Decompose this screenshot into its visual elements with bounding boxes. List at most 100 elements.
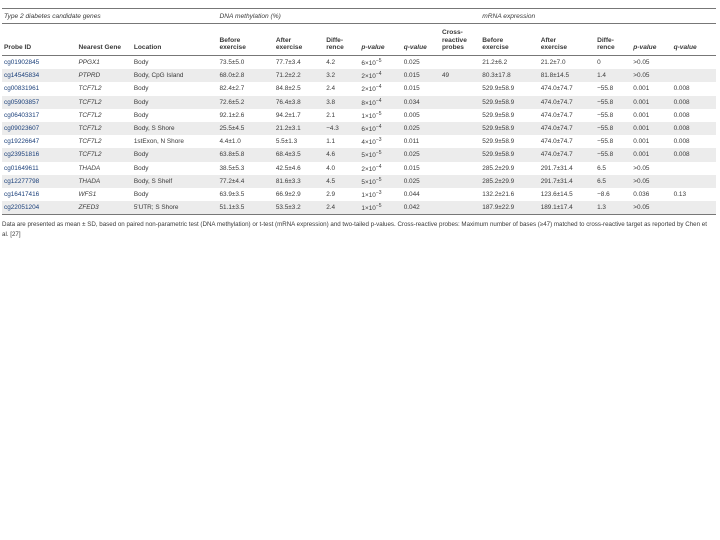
dna-difference-cell: 4.0 [326, 164, 336, 172]
mrna-after-cell: 81.8±14.5 [538, 69, 596, 83]
location-cell: Body [131, 148, 218, 162]
cross-reactive-cell [440, 135, 480, 148]
mrna-after-cell: 474.0±74.7 [540, 85, 573, 93]
mrna-before-cell: 529.9±58.9 [480, 95, 539, 109]
dna-q-value-cell: 0.042 [401, 201, 440, 216]
probe-id-cell: cg22051204 [2, 201, 77, 216]
dna-before-cell: 82.4±2.7 [219, 85, 245, 93]
mrna-p-value-cell: >0.05 [631, 201, 672, 216]
dna-before-cell: 68.0±2.8 [217, 69, 274, 83]
dna-after-cell: 53.5±3.2 [273, 201, 325, 216]
mrna-before-cell: 80.3±17.8 [480, 69, 539, 83]
cross-reactive-cell [440, 109, 480, 122]
mrna-after-cell: 21.2±7.0 [540, 59, 566, 67]
dna-q-value-cell: 0.025 [401, 148, 440, 162]
dna-p-value-cell: 2×10−4 [359, 82, 401, 95]
dna-difference-cell: 2.9 [326, 190, 336, 198]
mrna-after-cell: 291.7±31.4 [540, 164, 573, 172]
dna-q-value-cell: 0.025 [403, 59, 420, 67]
mrna-q-value-cell: 0.008 [671, 121, 716, 136]
probe-id-cell: cg05903857 [2, 95, 77, 109]
location-cell: Body [133, 190, 149, 198]
dna-after-cell: 77.7±3.4 [275, 59, 301, 67]
group-header-genes: Type 2 diabetes candidate genes [2, 8, 218, 24]
dna-p-value-cell: 6×10−4 [359, 121, 402, 136]
dna-q-value-cell: 0.025 [401, 121, 440, 136]
location-cell: Body [133, 164, 149, 172]
dna-p-value-cell: 1×10−5 [359, 109, 401, 122]
dna-q-value-cell: 0.034 [401, 95, 440, 109]
mrna-q-value-cell [671, 69, 716, 83]
mrna-q-value-cell: 0.008 [673, 138, 690, 146]
document-table-container: Type 2 diabetes candidate genes DNA meth… [2, 8, 716, 240]
probe-id-cell: cg06403317 [4, 111, 40, 119]
nearest-gene-cell: TCF7L2 [76, 148, 132, 162]
nearest-gene-cell: TCF7L2 [76, 121, 132, 136]
dna-before-cell: 92.1±2.6 [219, 111, 245, 119]
mrna-after-cell: 123.6±14.5 [540, 190, 573, 198]
mrna-difference-cell: −55.8 [595, 95, 632, 109]
location-cell: 5'UTR; S Shore [131, 201, 218, 216]
dna-after-cell: 71.2±2.2 [273, 69, 325, 83]
mrna-before-cell: 529.9±58.9 [482, 138, 515, 146]
probe-id-cell: cg01649611 [4, 164, 39, 172]
dna-before-cell: 51.1±3.5 [217, 201, 274, 216]
table-row: cg09023607 TCF7L2 Body, S Shore 25.5±4.5 21.… [2, 121, 716, 136]
nearest-gene-cell: PTPRD [76, 69, 132, 83]
dna-difference-cell: 2.4 [324, 201, 360, 216]
group-header-row: Type 2 diabetes candidate genes DNA meth… [2, 8, 716, 24]
nearest-gene-cell: WFS1 [78, 190, 97, 198]
p-value-base: 8×10 [361, 99, 376, 107]
col-header-mrna-p-value: p-value [631, 23, 672, 56]
dna-q-value-cell: 0.005 [403, 111, 420, 119]
dna-before-cell: 77.2±4.4 [217, 174, 274, 188]
probe-id-cell: cg00831961 [4, 85, 40, 93]
col-header-cross-reactive: Cross-reactive probes [439, 23, 481, 56]
probe-id-cell: cg16417416 [4, 190, 40, 198]
mrna-before-cell: 132.2±21.6 [482, 190, 515, 198]
p-value-base: 2×10 [361, 86, 376, 94]
nearest-gene-cell: TCF7L2 [78, 111, 102, 119]
probe-id-cell: cg09023607 [2, 121, 77, 136]
p-value-base: 6×10 [361, 60, 376, 68]
p-value-base: 1×10 [361, 112, 376, 120]
probe-id-cell: cg12277798 [2, 174, 77, 188]
mrna-difference-cell: 6.5 [595, 174, 632, 188]
dna-q-value-cell: 0.015 [403, 164, 420, 172]
dna-p-value-cell: 5×10−5 [359, 174, 402, 188]
table-row: cg12277798 THADA Body, S Shelf 77.2±4.4 81.6… [2, 174, 716, 188]
mrna-q-value-cell [671, 174, 716, 188]
probe-id-cell: cg01902845 [4, 59, 40, 67]
table-row: cg19226647 TCF7L2 1stExon, N Shore 4.4±1.0 5… [2, 135, 716, 148]
col-header-dna-difference: Diffe-rence [324, 23, 360, 56]
dna-after-cell: 5.5±1.3 [275, 138, 298, 146]
mrna-before-cell: 529.9±58.9 [480, 148, 539, 162]
mrna-p-value-cell: >0.05 [631, 69, 672, 83]
p-value-exponent: −4 [375, 84, 382, 91]
mrna-q-value-cell: 0.13 [673, 190, 687, 198]
mrna-before-cell: 529.9±58.9 [482, 85, 515, 93]
dna-before-cell: 73.5±5.0 [219, 59, 245, 67]
p-value-exponent: −4 [375, 71, 382, 78]
dna-after-cell: 76.4±3.8 [273, 95, 325, 109]
cross-reactive-cell [440, 188, 480, 201]
mrna-q-value-cell: 0.008 [671, 95, 716, 109]
mrna-p-value-cell: >0.05 [631, 174, 672, 188]
mrna-after-cell: 189.1±17.4 [538, 201, 596, 216]
group-header-mrna-expression: mRNA expression [480, 8, 716, 24]
location-cell: Body, S Shelf [131, 174, 218, 188]
p-value-exponent: −5 [375, 58, 382, 65]
col-header-nearest-gene: Nearest Gene [76, 23, 132, 56]
mrna-difference-cell: −8.6 [597, 190, 610, 198]
dna-p-value-cell: 1×10−5 [359, 201, 402, 216]
location-cell: 1stExon, N Shore [133, 138, 184, 146]
dna-difference-cell: −4.3 [324, 121, 360, 136]
col-header-dna-before: Before exercise [217, 23, 274, 56]
dna-after-cell: 81.6±3.3 [273, 174, 325, 188]
cross-reactive-cell [439, 148, 481, 162]
mrna-p-value-cell: 0.001 [633, 138, 650, 146]
mrna-before-cell: 529.9±58.9 [480, 121, 539, 136]
mrna-difference-cell: −55.8 [595, 121, 632, 136]
mrna-after-cell: 474.0±74.7 [540, 111, 573, 119]
table-row: cg22051204 ZFED3 5'UTR; S Shore 51.1±3.5 53.… [2, 201, 716, 216]
